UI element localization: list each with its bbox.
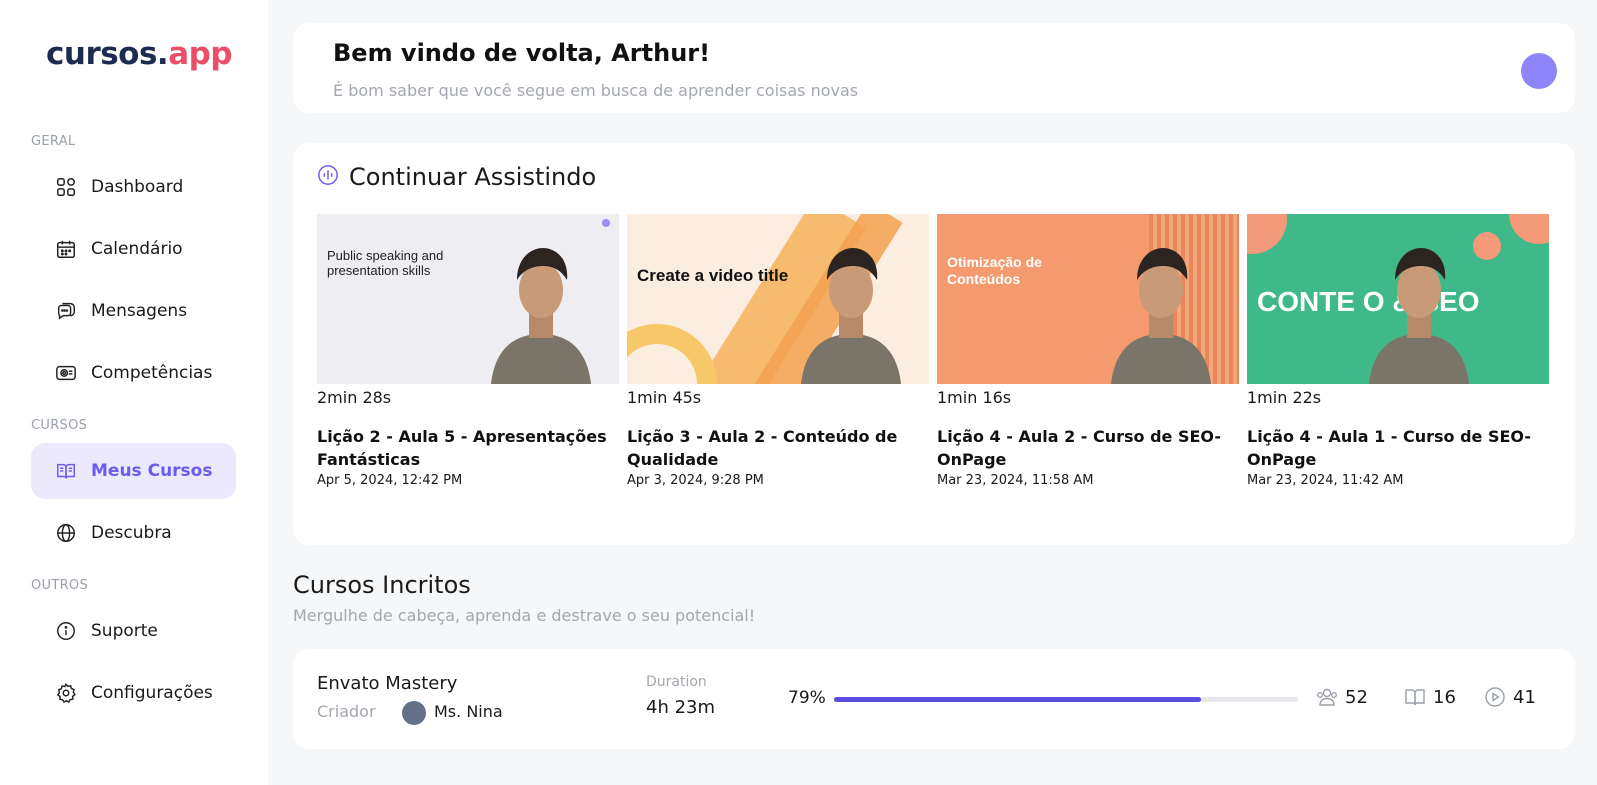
grid-icon bbox=[55, 176, 77, 198]
duration-label: Duration bbox=[646, 674, 707, 690]
sidebar-item-label: Meus Cursos bbox=[91, 461, 213, 481]
sidebar-item-label: Competências bbox=[91, 363, 213, 383]
thumbnail-text: Otimização de Conteúdos bbox=[947, 254, 1042, 287]
section-label-geral: GERAL bbox=[31, 134, 76, 149]
progress-percent: 79% bbox=[788, 688, 826, 708]
sidebar-item-label: Descubra bbox=[91, 523, 172, 543]
videos-stat: 41 bbox=[1483, 685, 1536, 709]
creator-label: Criador bbox=[317, 702, 376, 721]
sidebar: cursos.app GERAL Dashboard Calendário Me… bbox=[0, 0, 268, 785]
video-duration: 2min 28s bbox=[317, 388, 392, 407]
video-title[interactable]: Lição 4 - Aula 1 - Curso de SEO-OnPage bbox=[1247, 425, 1547, 471]
video-card[interactable]: Public speaking and presentation skills … bbox=[317, 214, 619, 488]
video-duration: 1min 22s bbox=[1247, 388, 1322, 407]
video-thumbnail[interactable]: Create a video title bbox=[627, 214, 929, 384]
sidebar-item-dashboard[interactable]: Dashboard bbox=[31, 159, 236, 215]
course-card[interactable]: Envato Mastery Criador Ms. Nina Duration… bbox=[293, 649, 1575, 749]
video-title[interactable]: Lição 3 - Aula 2 - Conteúdo de Qualidade bbox=[627, 425, 927, 471]
video-title[interactable]: Lição 2 - Aula 5 - Apresentações Fantást… bbox=[317, 425, 617, 471]
video-card[interactable]: Create a video title 1min 45s Lição 3 - … bbox=[627, 214, 929, 488]
creator-avatar bbox=[402, 701, 426, 725]
sidebar-item-label: Configurações bbox=[91, 683, 213, 703]
presenter-image bbox=[1111, 248, 1211, 384]
users-icon bbox=[1317, 688, 1338, 706]
progress-bar bbox=[834, 697, 1298, 702]
students-count: 52 bbox=[1345, 686, 1368, 708]
user-avatar[interactable] bbox=[1521, 53, 1557, 89]
enrolled-subtitle: Mergulhe de cabeça, aprenda e destrave o… bbox=[293, 606, 756, 625]
continue-watching-section: Continuar Assistindo Public speaking and… bbox=[293, 143, 1575, 545]
lessons-count: 16 bbox=[1433, 686, 1456, 708]
globe-icon bbox=[55, 522, 77, 544]
video-thumbnail[interactable]: Otimização de Conteúdos bbox=[937, 214, 1239, 384]
progress-bar-fill bbox=[834, 697, 1201, 702]
sidebar-item-competencias[interactable]: Competências bbox=[31, 345, 236, 401]
sidebar-item-label: Dashboard bbox=[91, 177, 184, 197]
sidebar-item-descubra[interactable]: Descubra bbox=[31, 505, 236, 561]
section-title: Continuar Assistindo bbox=[349, 163, 597, 191]
app-logo[interactable]: cursos.app bbox=[46, 36, 233, 72]
play-circle-icon bbox=[1485, 687, 1505, 707]
section-label-outros: OUTROS bbox=[31, 578, 89, 593]
logo-text-part2: app bbox=[168, 36, 233, 72]
info-icon bbox=[55, 620, 77, 642]
duration-value: 4h 23m bbox=[646, 697, 716, 718]
chat-icon bbox=[55, 300, 77, 322]
video-date: Mar 23, 2024, 11:58 AM bbox=[937, 473, 1094, 488]
video-date: Mar 23, 2024, 11:42 AM bbox=[1247, 473, 1404, 488]
sidebar-item-label: Calendário bbox=[91, 239, 183, 259]
thumbnail-text: Create a video title bbox=[637, 266, 789, 285]
thumbnail-circle bbox=[1247, 214, 1287, 254]
video-thumbnail[interactable]: CONTE O & SEO bbox=[1247, 214, 1549, 384]
video-card[interactable]: CONTE O & SEO 1min 22s Lição 4 - Aula 1 … bbox=[1247, 214, 1549, 488]
thumbnail-dot bbox=[602, 219, 610, 227]
presenter-image bbox=[1369, 248, 1469, 384]
video-card[interactable]: Otimização de Conteúdos 1min 16s Lição 4… bbox=[937, 214, 1239, 488]
logo-text-part1: cursos. bbox=[46, 36, 169, 72]
lessons-stat: 16 bbox=[1403, 685, 1456, 709]
thumbnail-circle bbox=[1509, 214, 1549, 244]
sidebar-item-mensagens[interactable]: Mensagens bbox=[31, 283, 236, 339]
sidebar-item-meus-cursos[interactable]: Meus Cursos bbox=[31, 443, 236, 499]
sidebar-item-calendario[interactable]: Calendário bbox=[31, 221, 236, 277]
video-date: Apr 5, 2024, 12:42 PM bbox=[317, 473, 463, 488]
thumbnail-ring bbox=[627, 324, 717, 384]
presenter-image bbox=[491, 248, 591, 384]
course-name[interactable]: Envato Mastery bbox=[317, 673, 457, 694]
video-duration: 1min 16s bbox=[937, 388, 1012, 407]
book-icon bbox=[55, 460, 77, 482]
video-thumbnail[interactable]: Public speaking and presentation skills bbox=[317, 214, 619, 384]
sidebar-item-label: Mensagens bbox=[91, 301, 188, 321]
gear-icon bbox=[55, 682, 77, 704]
enrolled-title: Cursos Incritos bbox=[293, 571, 471, 599]
welcome-title: Bem vindo de volta, Arthur! bbox=[333, 39, 711, 67]
videos-count: 41 bbox=[1513, 686, 1536, 708]
video-title[interactable]: Lição 4 - Aula 2 - Curso de SEO-OnPage bbox=[937, 425, 1237, 471]
video-duration: 1min 45s bbox=[627, 388, 702, 407]
sidebar-item-label: Suporte bbox=[91, 621, 158, 641]
book-icon bbox=[1405, 689, 1425, 706]
sidebar-item-suporte[interactable]: Suporte bbox=[31, 603, 236, 659]
calendar-icon bbox=[55, 238, 77, 260]
video-date: Apr 3, 2024, 9:28 PM bbox=[627, 473, 764, 488]
audio-wave-icon bbox=[317, 164, 339, 190]
welcome-card: Bem vindo de volta, Arthur! É bom saber … bbox=[293, 23, 1575, 113]
students-stat: 52 bbox=[1315, 685, 1368, 709]
welcome-subtitle: É bom saber que você segue em busca de a… bbox=[333, 81, 859, 100]
section-label-cursos: CURSOS bbox=[31, 418, 88, 433]
thumbnail-text: Public speaking and presentation skills bbox=[327, 248, 444, 278]
creator-name: Ms. Nina bbox=[434, 702, 503, 721]
certificate-icon bbox=[55, 362, 77, 384]
presenter-image bbox=[801, 248, 901, 384]
sidebar-item-configuracoes[interactable]: Configurações bbox=[31, 665, 236, 721]
